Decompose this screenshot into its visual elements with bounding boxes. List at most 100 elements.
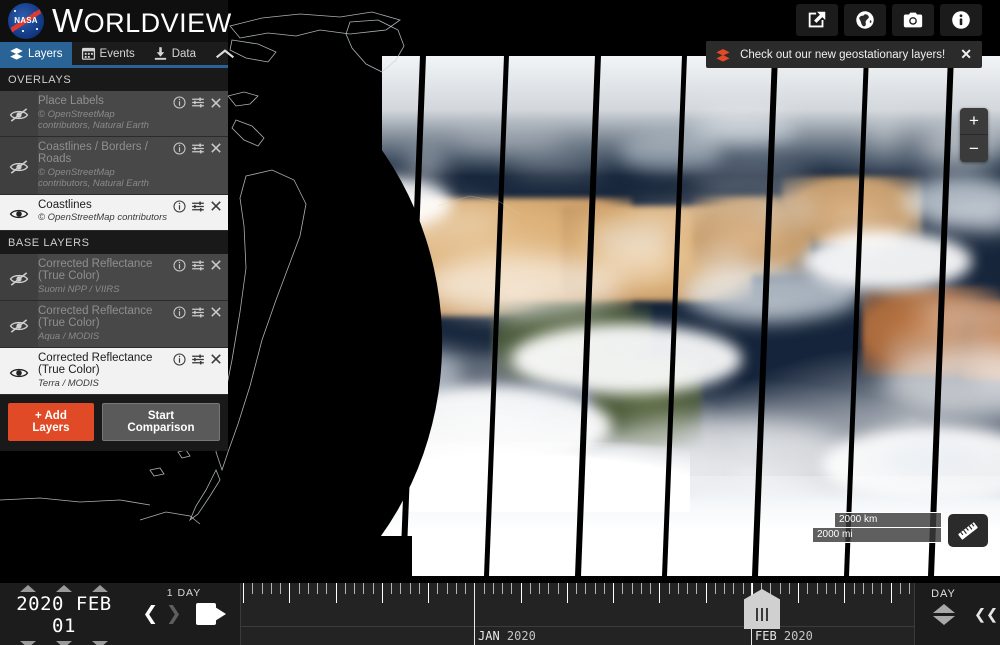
animation-button[interactable]: [196, 603, 226, 625]
info-icon[interactable]: [173, 353, 186, 369]
share-button[interactable]: [796, 4, 838, 36]
info-icon[interactable]: [173, 142, 186, 158]
visibility-toggle[interactable]: [0, 254, 38, 300]
projection-button[interactable]: [844, 4, 886, 36]
info-icon[interactable]: [173, 306, 186, 322]
eye-icon: [9, 365, 29, 381]
settings-sliders-icon[interactable]: [191, 306, 205, 322]
timeline-ruler[interactable]: JAN 2020 FEB 2020: [240, 583, 914, 645]
day-up-arrow[interactable]: [92, 585, 108, 592]
layer-actions: [169, 195, 228, 216]
layer-row-coastlines[interactable]: Coastlines © OpenStreetMap contributors: [0, 195, 228, 231]
nav-row: ❮ ❯: [128, 601, 240, 627]
tab-data[interactable]: Data: [144, 42, 205, 65]
year-down-arrow[interactable]: [20, 641, 36, 645]
zoom-out-button[interactable]: −: [960, 135, 988, 162]
timeline-zoom-in-arrow[interactable]: [933, 604, 955, 613]
map-zoom-controls[interactable]: + −: [960, 108, 988, 162]
add-layers-button[interactable]: + Add Layers: [8, 403, 94, 441]
previous-day-button[interactable]: ❮: [142, 601, 158, 627]
year-up-arrow[interactable]: [20, 585, 36, 592]
ruler-tick: [252, 583, 253, 594]
layer-name: Place Labels: [38, 95, 167, 108]
settings-sliders-icon[interactable]: [191, 200, 205, 216]
timeline-navigation: 1 DAY ❮ ❯: [128, 583, 240, 645]
notification-banner[interactable]: Check out our new geostationary layers! …: [706, 41, 982, 68]
info-icon[interactable]: [173, 259, 186, 275]
notification-close-button[interactable]: ✕: [960, 46, 972, 63]
close-icon[interactable]: [210, 97, 222, 112]
month-label-feb-year: 2020: [784, 629, 813, 643]
panel-action-buttons: + Add Layers Start Comparison: [0, 395, 228, 449]
layer-row-aqua-true-color[interactable]: Corrected Reflectance (True Color) Aqua …: [0, 301, 228, 348]
panel-collapse-button[interactable]: [205, 42, 245, 65]
ruler-tick: [854, 583, 855, 594]
ruler-tick: [863, 583, 864, 594]
settings-sliders-icon[interactable]: [191, 353, 205, 369]
layer-row-viirs-true-color[interactable]: Corrected Reflectance (True Color) Suomi…: [0, 254, 228, 301]
ruler-tick: [817, 583, 818, 594]
month-up-arrow[interactable]: [56, 585, 72, 592]
visibility-toggle[interactable]: [0, 137, 38, 194]
close-icon[interactable]: [210, 353, 222, 368]
date-selector[interactable]: 2020 FEB 01: [0, 583, 128, 645]
day-down-arrow[interactable]: [92, 641, 108, 645]
timeline-zoom-out-arrow[interactable]: [933, 616, 955, 625]
layer-text: Coastlines © OpenStreetMap contributors: [38, 195, 169, 229]
title-rest: ORLDVIEW: [84, 8, 232, 38]
ruler-divider: [241, 626, 914, 627]
start-comparison-button[interactable]: Start Comparison: [102, 403, 220, 441]
settings-sliders-icon[interactable]: [191, 96, 205, 112]
sidebar: NASA WORLDVIEW Layers: [0, 0, 228, 451]
visibility-toggle[interactable]: [0, 348, 38, 394]
layer-row-terra-true-color[interactable]: Corrected Reflectance (True Color) Terra…: [0, 348, 228, 395]
next-day-button[interactable]: ❯: [166, 601, 182, 627]
close-icon[interactable]: [210, 306, 222, 321]
current-date-label[interactable]: 2020 FEB 01: [0, 592, 128, 639]
ruler-tick: [632, 583, 633, 594]
info-icon[interactable]: [173, 200, 186, 216]
timeline-zoom-control[interactable]: DAY: [914, 583, 972, 645]
ruler-tick: [807, 583, 808, 594]
ruler-tick: [363, 583, 364, 594]
snapshot-button[interactable]: [892, 4, 934, 36]
info-circle-icon: [950, 9, 972, 31]
info-button[interactable]: [940, 4, 982, 36]
handle-grip: [756, 608, 768, 621]
ruler-tick: [650, 583, 651, 594]
settings-sliders-icon[interactable]: [191, 259, 205, 275]
layer-row-place-labels[interactable]: Place Labels © OpenStreetMap contributor…: [0, 91, 228, 137]
ruler-tick: [382, 583, 383, 603]
map-scale-bars[interactable]: 2000 km 2000 mi: [812, 512, 942, 543]
timeline-collapse-button[interactable]: ❮❮: [972, 583, 1000, 645]
scale-bar-mi[interactable]: 2000 mi: [812, 527, 942, 543]
month-down-arrow[interactable]: [56, 641, 72, 645]
ruler-tick: [576, 583, 577, 594]
ruler-tick: [530, 583, 531, 594]
scale-bar-km[interactable]: 2000 km: [834, 512, 942, 527]
settings-sliders-icon[interactable]: [191, 142, 205, 158]
ruler-tick: [521, 583, 522, 603]
ruler-tick: [410, 583, 411, 594]
visibility-toggle[interactable]: [0, 301, 38, 347]
measure-tool-button[interactable]: [948, 514, 988, 547]
close-icon[interactable]: [210, 259, 222, 274]
ruler-tick: [733, 583, 734, 594]
info-icon[interactable]: [173, 96, 186, 112]
ruler-tick: [669, 583, 670, 594]
layer-row-coastlines-borders-roads[interactable]: Coastlines / Borders / Roads © OpenStree…: [0, 137, 228, 195]
visibility-toggle[interactable]: [0, 195, 38, 230]
nasa-wordmark: NASA: [8, 16, 44, 25]
tab-layers[interactable]: Layers: [0, 42, 72, 65]
top-toolbar: [796, 4, 982, 36]
ruler-tick: [558, 583, 559, 594]
ruler-ticks: [241, 583, 914, 619]
close-icon[interactable]: [210, 200, 222, 215]
ruler-tick: [419, 583, 420, 594]
layer-text: Corrected Reflectance (True Color) Aqua …: [38, 301, 169, 347]
visibility-toggle[interactable]: [0, 91, 38, 136]
zoom-in-button[interactable]: +: [960, 108, 988, 135]
layer-subtitle: Aqua / MODIS: [38, 331, 167, 342]
tab-events[interactable]: Events: [72, 42, 144, 65]
close-icon[interactable]: [210, 142, 222, 157]
